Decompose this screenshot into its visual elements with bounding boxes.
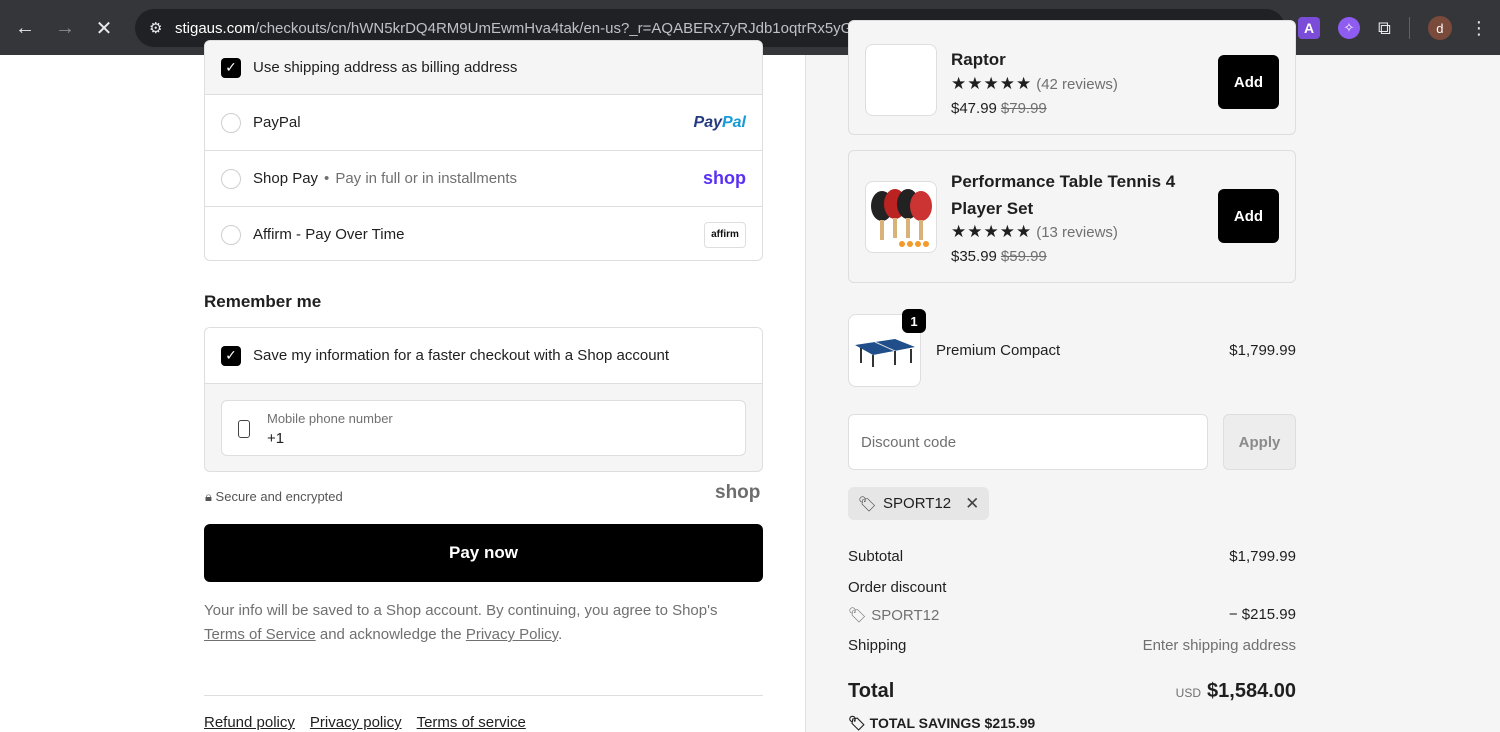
browser-menu-icon[interactable]: ⋮ (1470, 18, 1488, 39)
terms-of-service-link[interactable]: Terms of Service (204, 626, 316, 643)
apply-button[interactable]: Apply (1223, 414, 1296, 470)
refund-policy-link[interactable]: Refund policy (204, 714, 295, 731)
footer-divider (204, 695, 763, 696)
total-label: Total (848, 680, 895, 702)
order-discount-label: Order discount (848, 579, 947, 596)
remember-me-heading: Remember me (204, 292, 322, 311)
footer-links: Refund policy Privacy policy Terms of se… (204, 714, 526, 731)
billing-address-option[interactable]: ✓ Use shipping address as billing addres… (205, 41, 762, 94)
phone-field-value[interactable]: +1 (267, 430, 284, 447)
extension-a-icon[interactable]: A (1298, 17, 1320, 39)
line-item-price: $1,799.99 (1229, 342, 1296, 359)
payment-option-shop-pay[interactable]: Shop Pay • Pay in full or in installment… (205, 150, 762, 206)
toolbar-separator (1408, 17, 1410, 39)
subtotal-label: Subtotal (848, 548, 904, 565)
payment-option-affirm[interactable]: Affirm - Pay Over Time affirm (205, 206, 762, 260)
payment-option-label: Affirm - Pay Over Time (253, 226, 405, 243)
extensions-puzzle-icon[interactable]: ⧉ (1378, 18, 1391, 39)
shop-pay-logo: shop (703, 168, 746, 188)
product-price: $47.99 $79.99 (951, 100, 1047, 117)
radio-button[interactable] (221, 224, 241, 245)
radio-button[interactable] (221, 168, 241, 189)
stop-loading-icon[interactable]: ✕ (84, 8, 124, 48)
product-price: $35.99 $59.99 (951, 248, 1047, 265)
discount-code-input[interactable] (848, 414, 1208, 470)
secure-notice: 🔒︎ Secure and encrypted (205, 489, 343, 504)
subtotal-value: $1,799.99 (1229, 548, 1296, 565)
upsell-card-raptor: Raptor ★★★★★ (42 reviews) $47.99 $79.99 Ad… (848, 20, 1296, 135)
tag-icon: 🏷︎ (848, 607, 868, 624)
tag-icon: 🏷︎ (848, 715, 866, 731)
remove-discount-icon[interactable]: ✕ (965, 494, 979, 514)
order-discount-value: − $215.99 (1228, 606, 1296, 623)
paypal-logo: PayPal (693, 113, 746, 131)
payment-option-label: Shop Pay (253, 170, 319, 187)
legal-notice: Your info will be saved to a Shop accoun… (204, 602, 718, 643)
add-button[interactable]: Add (1218, 189, 1279, 243)
total-savings: 🏷︎ TOTAL SAVINGS $215.99 (848, 715, 1036, 731)
shipping-label: Shipping (848, 637, 907, 654)
extension-b-icon[interactable]: ✧ (1338, 17, 1360, 39)
privacy-policy-link[interactable]: Privacy Policy (466, 626, 558, 643)
remember-me-box: ✓ Save my information for a faster check… (204, 327, 763, 472)
payment-option-sublabel: Pay in full or in installments (335, 170, 518, 187)
order-discount-code: 🏷︎ SPORT12 (848, 607, 940, 624)
terms-of-service-footer-link[interactable]: Terms of service (417, 714, 526, 731)
shop-logo: shop (715, 482, 761, 503)
product-image (865, 44, 937, 116)
checkbox-checked-icon[interactable]: ✓ (221, 57, 241, 78)
quantity-badge: 1 (902, 309, 926, 333)
pay-now-button[interactable]: Pay now (204, 524, 763, 582)
billing-checkbox-label: Use shipping address as billing address (253, 59, 518, 76)
privacy-policy-footer-link[interactable]: Privacy policy (310, 714, 402, 731)
applied-discount-chip: 🏷︎ SPORT12 ✕ (848, 487, 990, 520)
payment-methods: ✓ Use shipping address as billing addres… (204, 40, 763, 261)
site-info-icon[interactable]: ⚙ (149, 19, 171, 37)
payment-option-label: PayPal (253, 114, 301, 131)
product-title: Performance Table Tennis 4 Player Set (951, 172, 1176, 218)
upsell-card-table-tennis-set: Performance Table Tennis 4 Player Set ★★★… (848, 150, 1296, 283)
save-info-label: Save my information for a faster checkou… (253, 347, 670, 364)
total-value: USD $1,584.00 (1175, 680, 1296, 702)
paddles-image (871, 189, 932, 247)
line-item-name: Premium Compact (936, 342, 1061, 359)
mobile-phone-icon (238, 420, 250, 438)
product-title: Raptor (951, 50, 1006, 69)
discount-code-label: SPORT12 (883, 495, 952, 512)
bullet-separator: • (324, 170, 330, 187)
shipping-value: Enter shipping address (1142, 637, 1296, 654)
tag-icon: 🏷︎ (858, 495, 878, 513)
add-button[interactable]: Add (1218, 55, 1279, 109)
lock-icon: 🔒︎ (205, 489, 212, 504)
profile-avatar[interactable]: d (1427, 16, 1452, 40)
mobile-phone-field[interactable]: Mobile phone number +1 (221, 400, 746, 456)
rating-stars: ★★★★★ (42 reviews) (951, 74, 1118, 93)
rating-stars: ★★★★★ (13 reviews) (951, 222, 1118, 241)
payment-option-paypal[interactable]: PayPal PayPal (205, 94, 762, 150)
checkbox-checked-icon[interactable]: ✓ (221, 345, 241, 366)
save-info-option[interactable]: ✓ Save my information for a faster check… (205, 328, 762, 384)
affirm-logo: affirm (704, 221, 746, 248)
forward-icon[interactable]: → (45, 8, 85, 48)
radio-button[interactable] (221, 112, 241, 133)
product-image (865, 181, 937, 253)
phone-field-label: Mobile phone number (267, 411, 393, 426)
back-icon[interactable]: ← (5, 8, 45, 48)
